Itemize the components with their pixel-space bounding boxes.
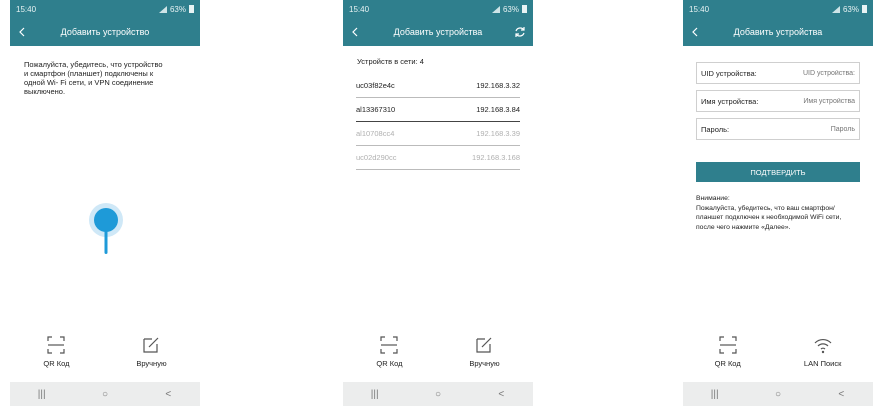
qr-code-button[interactable]: QR Код — [715, 335, 741, 368]
signal-icon — [157, 5, 167, 13]
recent-apps-button[interactable]: ||| — [365, 389, 385, 400]
device-list: uc03f82e4c 192.168.3.32 al13367310 192.1… — [343, 74, 533, 170]
qr-code-button[interactable]: QR Код — [376, 335, 403, 368]
status-time: 15:40 — [689, 4, 710, 14]
back-arrow-icon[interactable] — [349, 26, 361, 38]
system-back-button[interactable]: < — [158, 389, 178, 400]
page-title: Добавить устройства — [393, 27, 483, 37]
screen-device-list: 15:40 63% Добавить устройства Устройств … — [343, 0, 533, 406]
uid-field: UID устройства: — [696, 62, 860, 84]
qr-scan-icon — [719, 336, 737, 354]
battery-icon — [862, 5, 867, 13]
location-pin-icon — [89, 203, 123, 254]
device-row[interactable]: uc03f82e4c 192.168.3.32 — [356, 74, 520, 98]
page-title: Добавить устройство — [60, 27, 150, 37]
device-row[interactable]: uc02d290cc 192.168.3.168 — [356, 146, 520, 170]
instruction-text: Пожалуйста, убедитесь, что устройство и … — [24, 60, 163, 96]
system-nav-bar: ||| ○ < — [683, 382, 873, 406]
battery-icon — [189, 5, 194, 13]
back-arrow-icon[interactable] — [16, 26, 28, 38]
app-bar: Добавить устройство — [10, 18, 200, 46]
battery-level: 63% — [502, 4, 519, 14]
recent-apps-button[interactable]: ||| — [705, 389, 725, 400]
signal-icon — [490, 5, 500, 13]
home-button[interactable]: ○ — [768, 389, 788, 400]
password-field: Пароль: — [696, 118, 860, 140]
signal-icon — [830, 5, 840, 13]
qr-scan-icon — [47, 336, 66, 354]
recent-apps-button[interactable]: ||| — [32, 389, 52, 400]
wifi-icon — [814, 339, 832, 354]
battery-icon — [522, 5, 527, 13]
status-bar: 15:40 63% — [683, 0, 873, 18]
system-back-button[interactable]: < — [831, 389, 851, 400]
manual-entry-button[interactable]: Вручную — [136, 335, 167, 368]
home-button[interactable]: ○ — [95, 389, 115, 400]
home-button[interactable]: ○ — [428, 389, 448, 400]
app-bar: Добавить устройства — [683, 18, 873, 46]
status-bar: 15:40 63% — [10, 0, 200, 18]
qr-scan-icon — [380, 336, 399, 354]
manual-entry-button[interactable]: Вручную — [469, 335, 500, 368]
status-time: 15:40 — [16, 4, 37, 14]
refresh-icon[interactable] — [513, 25, 527, 39]
device-name-field: Имя устройства: — [696, 90, 860, 112]
system-back-button[interactable]: < — [491, 389, 511, 400]
back-arrow-icon[interactable] — [689, 26, 701, 38]
lan-search-button[interactable]: LAN Поиск — [804, 335, 841, 368]
status-time: 15:40 — [349, 4, 370, 14]
system-nav-bar: ||| ○ < — [343, 382, 533, 406]
battery-level: 63% — [842, 4, 859, 14]
page-title: Добавить устройства — [733, 27, 823, 37]
edit-icon — [476, 337, 492, 353]
app-bar: Добавить устройства — [343, 18, 533, 46]
uid-input[interactable] — [785, 69, 855, 77]
confirm-button[interactable]: ПОДТВЕРДИТЬ — [696, 162, 860, 182]
password-input[interactable] — [785, 125, 855, 133]
screen-manual-add: 15:40 63% Добавить устройства UID устрой… — [683, 0, 873, 406]
battery-level: 63% — [169, 4, 186, 14]
qr-code-button[interactable]: QR Код — [43, 335, 70, 368]
device-name-input[interactable] — [785, 97, 855, 105]
status-bar: 15:40 63% — [343, 0, 533, 18]
system-nav-bar: ||| ○ < — [10, 382, 200, 406]
warning-note: Внимание: Пожалуйста, убедитесь, что ваш… — [696, 195, 842, 231]
device-row[interactable]: al10708cc4 192.168.3.39 — [356, 122, 520, 146]
device-row[interactable]: al13367310 192.168.3.84 — [356, 98, 520, 122]
device-count: Устройств в сети: 4 — [357, 57, 424, 66]
screen-add-device-intro: 15:40 63% Добавить устройство Пожалуйста… — [10, 0, 200, 406]
device-form: UID устройства: Имя устройства: Пароль: — [683, 46, 873, 140]
edit-icon — [143, 337, 159, 353]
